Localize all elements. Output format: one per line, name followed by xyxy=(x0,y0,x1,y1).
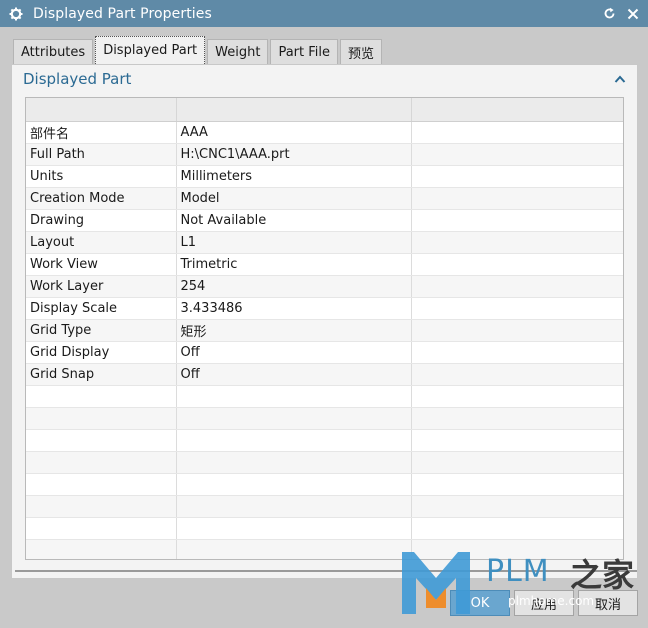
table-row[interactable]: Grid Type 矩形 xyxy=(26,319,623,342)
property-name: Grid Display xyxy=(26,341,177,364)
displayed-part-panel: Displayed Part 部件名 AAA Full Path H:\CNC1… xyxy=(11,64,638,579)
window-title: Displayed Part Properties xyxy=(33,5,212,22)
property-name: Grid Type xyxy=(26,319,177,342)
empty-row xyxy=(26,429,623,452)
property-value: 254 xyxy=(176,275,412,298)
property-value: AAA xyxy=(176,121,412,144)
column-header[interactable] xyxy=(26,98,177,122)
property-value: Off xyxy=(176,363,412,386)
table-row[interactable]: Layout L1 xyxy=(26,231,623,254)
separator-line xyxy=(15,570,637,572)
close-icon[interactable] xyxy=(625,6,640,21)
property-value: 3.433486 xyxy=(176,297,412,320)
property-name: Layout xyxy=(26,231,177,254)
tab-weight[interactable]: Weight xyxy=(207,39,269,64)
footer-buttons: OK 应用 取消 xyxy=(450,590,638,616)
empty-cell xyxy=(411,341,623,364)
property-name: Grid Snap xyxy=(26,363,177,386)
property-value: Off xyxy=(176,341,412,364)
empty-cell xyxy=(411,297,623,320)
apply-button[interactable]: 应用 xyxy=(514,590,574,616)
empty-cell xyxy=(411,143,623,166)
group-title: Displayed Part xyxy=(23,70,132,88)
tab-preview[interactable]: 预览 xyxy=(340,39,383,64)
empty-cell xyxy=(411,121,623,144)
tab-attributes[interactable]: Attributes xyxy=(13,39,94,64)
reset-icon[interactable] xyxy=(602,6,617,21)
title-bar: Displayed Part Properties xyxy=(0,0,648,27)
table-row[interactable]: Grid Display Off xyxy=(26,341,623,364)
empty-cell xyxy=(411,253,623,276)
tab-displayed-part[interactable]: Displayed Part xyxy=(95,36,206,64)
property-value: Millimeters xyxy=(176,165,412,188)
column-header[interactable] xyxy=(411,98,623,122)
empty-cell xyxy=(411,209,623,232)
column-header[interactable] xyxy=(176,98,412,122)
empty-cell xyxy=(411,363,623,386)
properties-table: 部件名 AAA Full Path H:\CNC1\AAA.prt Units Mil… xyxy=(25,97,624,560)
table-row[interactable]: Units Millimeters xyxy=(26,165,623,188)
property-value: L1 xyxy=(176,231,412,254)
group-header[interactable]: Displayed Part xyxy=(12,65,637,93)
property-value: Not Available xyxy=(176,209,412,232)
gear-icon[interactable] xyxy=(8,6,23,21)
table-row[interactable]: Drawing Not Available xyxy=(26,209,623,232)
property-value: 矩形 xyxy=(176,319,412,342)
empty-row xyxy=(26,495,623,518)
tab-part-file[interactable]: Part File xyxy=(270,39,339,64)
property-value: Trimetric xyxy=(176,253,412,276)
table-row[interactable]: 部件名 AAA xyxy=(26,121,623,144)
property-name: Units xyxy=(26,165,177,188)
cancel-button[interactable]: 取消 xyxy=(578,590,638,616)
property-name: Work Layer xyxy=(26,275,177,298)
table-row[interactable]: Grid Snap Off xyxy=(26,363,623,386)
table-row[interactable]: Creation Mode Model xyxy=(26,187,623,210)
empty-row xyxy=(26,451,623,474)
empty-cell xyxy=(411,275,623,298)
table-row[interactable]: Work View Trimetric xyxy=(26,253,623,276)
property-name: Creation Mode xyxy=(26,187,177,210)
property-name: Display Scale xyxy=(26,297,177,320)
dialog-body: Attributes Displayed Part Weight Part Fi… xyxy=(0,27,648,628)
empty-row xyxy=(26,539,623,559)
ok-button[interactable]: OK xyxy=(450,590,510,616)
property-value: Model xyxy=(176,187,412,210)
empty-cell xyxy=(411,165,623,188)
property-value: H:\CNC1\AAA.prt xyxy=(176,143,412,166)
property-name: Drawing xyxy=(26,209,177,232)
empty-row xyxy=(26,517,623,540)
empty-row xyxy=(26,473,623,496)
tab-strip: Attributes Displayed Part Weight Part Fi… xyxy=(13,36,384,64)
empty-cell xyxy=(411,319,623,342)
property-name: 部件名 xyxy=(26,121,177,144)
empty-cell xyxy=(411,231,623,254)
empty-row xyxy=(26,407,623,430)
table-header-row xyxy=(26,98,623,122)
chevron-up-icon[interactable] xyxy=(614,73,626,83)
property-name: Full Path xyxy=(26,143,177,166)
empty-cell xyxy=(411,187,623,210)
table-row[interactable]: Work Layer 254 xyxy=(26,275,623,298)
table-row[interactable]: Full Path H:\CNC1\AAA.prt xyxy=(26,143,623,166)
table-row[interactable]: Display Scale 3.433486 xyxy=(26,297,623,320)
property-name: Work View xyxy=(26,253,177,276)
empty-row xyxy=(26,385,623,408)
